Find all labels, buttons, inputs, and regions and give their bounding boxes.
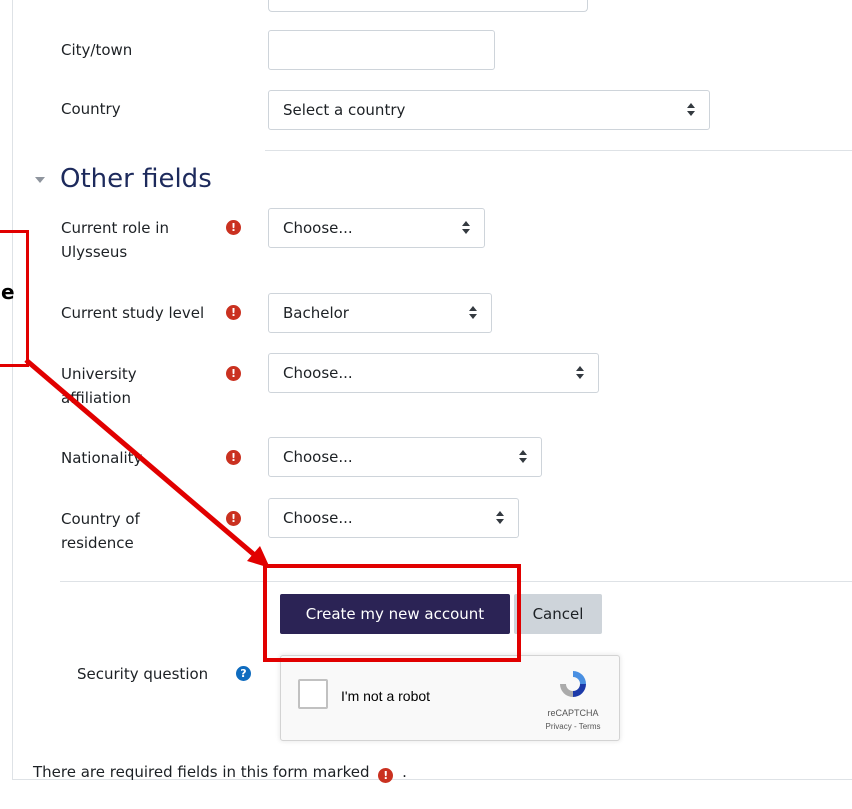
annotation-button-highlight [263, 564, 521, 662]
annotation-arrow [24, 358, 270, 568]
